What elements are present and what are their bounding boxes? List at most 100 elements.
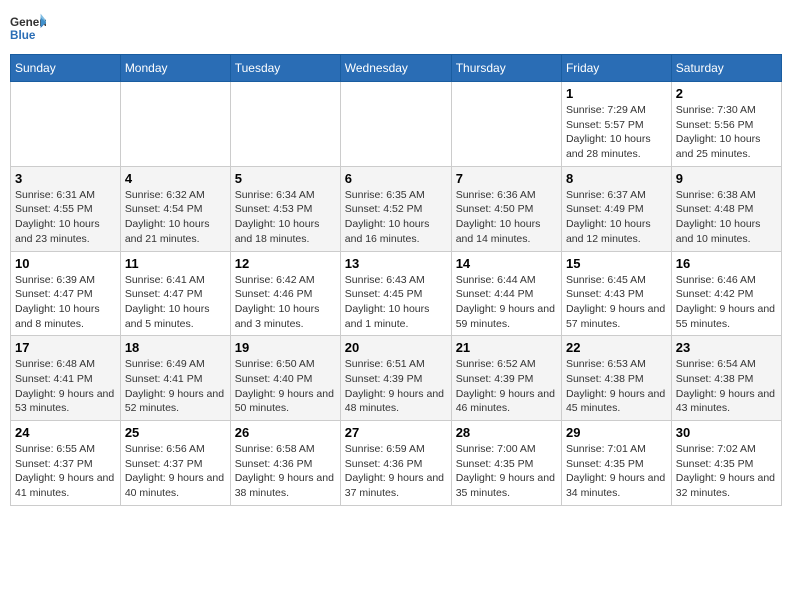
calendar-cell: 3 Sunrise: 6:31 AM Sunset: 4:55 PM Daylig… xyxy=(11,166,121,251)
day-number: 30 xyxy=(676,425,777,440)
header-wednesday: Wednesday xyxy=(340,55,451,82)
day-number: 18 xyxy=(125,340,226,355)
calendar-cell: 11 Sunrise: 6:41 AM Sunset: 4:47 PM Dayli… xyxy=(120,251,230,336)
header-sunday: Sunday xyxy=(11,55,121,82)
calendar-cell: 20 Sunrise: 6:51 AM Sunset: 4:39 PM Dayli… xyxy=(340,336,451,421)
calendar-cell xyxy=(451,82,561,167)
calendar-table: SundayMondayTuesdayWednesdayThursdayFrid… xyxy=(10,54,782,506)
header-friday: Friday xyxy=(561,55,671,82)
week-row-1: 3 Sunrise: 6:31 AM Sunset: 4:55 PM Daylig… xyxy=(11,166,782,251)
header-monday: Monday xyxy=(120,55,230,82)
day-number: 25 xyxy=(125,425,226,440)
calendar-cell: 13 Sunrise: 6:43 AM Sunset: 4:45 PM Dayli… xyxy=(340,251,451,336)
day-number: 8 xyxy=(566,171,667,186)
day-number: 16 xyxy=(676,256,777,271)
week-row-3: 17 Sunrise: 6:48 AM Sunset: 4:41 PM Dayli… xyxy=(11,336,782,421)
calendar-cell: 9 Sunrise: 6:38 AM Sunset: 4:48 PM Daylig… xyxy=(671,166,781,251)
day-number: 24 xyxy=(15,425,116,440)
calendar-cell: 8 Sunrise: 6:37 AM Sunset: 4:49 PM Daylig… xyxy=(561,166,671,251)
day-info: Sunrise: 6:39 AM Sunset: 4:47 PM Dayligh… xyxy=(15,273,116,332)
day-number: 5 xyxy=(235,171,336,186)
calendar-header-row: SundayMondayTuesdayWednesdayThursdayFrid… xyxy=(11,55,782,82)
day-number: 14 xyxy=(456,256,557,271)
day-info: Sunrise: 6:58 AM Sunset: 4:36 PM Dayligh… xyxy=(235,442,336,501)
header-thursday: Thursday xyxy=(451,55,561,82)
day-info: Sunrise: 6:53 AM Sunset: 4:38 PM Dayligh… xyxy=(566,357,667,416)
calendar-cell: 28 Sunrise: 7:00 AM Sunset: 4:35 PM Dayli… xyxy=(451,421,561,506)
calendar-cell: 27 Sunrise: 6:59 AM Sunset: 4:36 PM Dayli… xyxy=(340,421,451,506)
day-number: 29 xyxy=(566,425,667,440)
calendar-cell xyxy=(340,82,451,167)
day-info: Sunrise: 7:00 AM Sunset: 4:35 PM Dayligh… xyxy=(456,442,557,501)
calendar-cell: 6Sunrise: 6:35 AM Sunset: 4:52 PM Daylig… xyxy=(340,166,451,251)
day-info: Sunrise: 6:55 AM Sunset: 4:37 PM Dayligh… xyxy=(15,442,116,501)
calendar-cell: 7Sunrise: 6:36 AM Sunset: 4:50 PM Daylig… xyxy=(451,166,561,251)
calendar-cell: 16 Sunrise: 6:46 AM Sunset: 4:42 PM Dayli… xyxy=(671,251,781,336)
calendar-cell: 2Sunrise: 7:30 AM Sunset: 5:56 PM Daylig… xyxy=(671,82,781,167)
day-info: Sunrise: 7:01 AM Sunset: 4:35 PM Dayligh… xyxy=(566,442,667,501)
day-number: 4 xyxy=(125,171,226,186)
day-number: 1 xyxy=(566,86,667,101)
day-number: 15 xyxy=(566,256,667,271)
day-info: Sunrise: 6:59 AM Sunset: 4:36 PM Dayligh… xyxy=(345,442,447,501)
calendar-cell: 18 Sunrise: 6:49 AM Sunset: 4:41 PM Dayli… xyxy=(120,336,230,421)
calendar-cell: 1 Sunrise: 7:29 AM Sunset: 5:57 PM Daylig… xyxy=(561,82,671,167)
day-number: 9 xyxy=(676,171,777,186)
week-row-0: 1 Sunrise: 7:29 AM Sunset: 5:57 PM Daylig… xyxy=(11,82,782,167)
day-number: 3 xyxy=(15,171,116,186)
day-number: 10 xyxy=(15,256,116,271)
day-number: 17 xyxy=(15,340,116,355)
day-info: Sunrise: 6:36 AM Sunset: 4:50 PM Dayligh… xyxy=(456,188,557,247)
calendar-cell: 19 Sunrise: 6:50 AM Sunset: 4:40 PM Dayli… xyxy=(230,336,340,421)
day-number: 23 xyxy=(676,340,777,355)
day-info: Sunrise: 6:50 AM Sunset: 4:40 PM Dayligh… xyxy=(235,357,336,416)
day-number: 11 xyxy=(125,256,226,271)
day-info: Sunrise: 6:56 AM Sunset: 4:37 PM Dayligh… xyxy=(125,442,226,501)
day-info: Sunrise: 6:49 AM Sunset: 4:41 PM Dayligh… xyxy=(125,357,226,416)
day-info: Sunrise: 6:34 AM Sunset: 4:53 PM Dayligh… xyxy=(235,188,336,247)
calendar-cell: 24 Sunrise: 6:55 AM Sunset: 4:37 PM Dayli… xyxy=(11,421,121,506)
day-number: 19 xyxy=(235,340,336,355)
calendar-cell: 30 Sunrise: 7:02 AM Sunset: 4:35 PM Dayli… xyxy=(671,421,781,506)
calendar-cell: 29 Sunrise: 7:01 AM Sunset: 4:35 PM Dayli… xyxy=(561,421,671,506)
logo: General Blue xyxy=(10,10,46,46)
day-info: Sunrise: 6:45 AM Sunset: 4:43 PM Dayligh… xyxy=(566,273,667,332)
calendar-cell: 14Sunrise: 6:44 AM Sunset: 4:44 PM Dayli… xyxy=(451,251,561,336)
day-info: Sunrise: 6:54 AM Sunset: 4:38 PM Dayligh… xyxy=(676,357,777,416)
day-info: Sunrise: 7:29 AM Sunset: 5:57 PM Dayligh… xyxy=(566,103,667,162)
calendar-cell xyxy=(230,82,340,167)
calendar-cell: 15 Sunrise: 6:45 AM Sunset: 4:43 PM Dayli… xyxy=(561,251,671,336)
calendar-cell: 25 Sunrise: 6:56 AM Sunset: 4:37 PM Dayli… xyxy=(120,421,230,506)
day-number: 2 xyxy=(676,86,777,101)
header-saturday: Saturday xyxy=(671,55,781,82)
calendar-cell: 12Sunrise: 6:42 AM Sunset: 4:46 PM Dayli… xyxy=(230,251,340,336)
day-number: 21 xyxy=(456,340,557,355)
day-info: Sunrise: 6:35 AM Sunset: 4:52 PM Dayligh… xyxy=(345,188,447,247)
calendar-cell: 10 Sunrise: 6:39 AM Sunset: 4:47 PM Dayli… xyxy=(11,251,121,336)
calendar-cell: 17 Sunrise: 6:48 AM Sunset: 4:41 PM Dayli… xyxy=(11,336,121,421)
day-number: 27 xyxy=(345,425,447,440)
calendar-cell: 4 Sunrise: 6:32 AM Sunset: 4:54 PM Daylig… xyxy=(120,166,230,251)
day-number: 26 xyxy=(235,425,336,440)
week-row-4: 24 Sunrise: 6:55 AM Sunset: 4:37 PM Dayli… xyxy=(11,421,782,506)
day-number: 12 xyxy=(235,256,336,271)
day-info: Sunrise: 6:31 AM Sunset: 4:55 PM Dayligh… xyxy=(15,188,116,247)
day-info: Sunrise: 6:46 AM Sunset: 4:42 PM Dayligh… xyxy=(676,273,777,332)
day-info: Sunrise: 6:51 AM Sunset: 4:39 PM Dayligh… xyxy=(345,357,447,416)
calendar-cell: 21Sunrise: 6:52 AM Sunset: 4:39 PM Dayli… xyxy=(451,336,561,421)
day-info: Sunrise: 6:32 AM Sunset: 4:54 PM Dayligh… xyxy=(125,188,226,247)
calendar-cell xyxy=(120,82,230,167)
day-info: Sunrise: 6:48 AM Sunset: 4:41 PM Dayligh… xyxy=(15,357,116,416)
calendar-cell: 26 Sunrise: 6:58 AM Sunset: 4:36 PM Dayli… xyxy=(230,421,340,506)
day-number: 28 xyxy=(456,425,557,440)
day-info: Sunrise: 6:37 AM Sunset: 4:49 PM Dayligh… xyxy=(566,188,667,247)
calendar-cell: 5 Sunrise: 6:34 AM Sunset: 4:53 PM Daylig… xyxy=(230,166,340,251)
day-info: Sunrise: 6:43 AM Sunset: 4:45 PM Dayligh… xyxy=(345,273,447,332)
day-info: Sunrise: 6:38 AM Sunset: 4:48 PM Dayligh… xyxy=(676,188,777,247)
day-info: Sunrise: 7:02 AM Sunset: 4:35 PM Dayligh… xyxy=(676,442,777,501)
week-row-2: 10 Sunrise: 6:39 AM Sunset: 4:47 PM Dayli… xyxy=(11,251,782,336)
day-number: 13 xyxy=(345,256,447,271)
day-number: 20 xyxy=(345,340,447,355)
day-info: Sunrise: 6:41 AM Sunset: 4:47 PM Dayligh… xyxy=(125,273,226,332)
calendar-cell: 23 Sunrise: 6:54 AM Sunset: 4:38 PM Dayli… xyxy=(671,336,781,421)
